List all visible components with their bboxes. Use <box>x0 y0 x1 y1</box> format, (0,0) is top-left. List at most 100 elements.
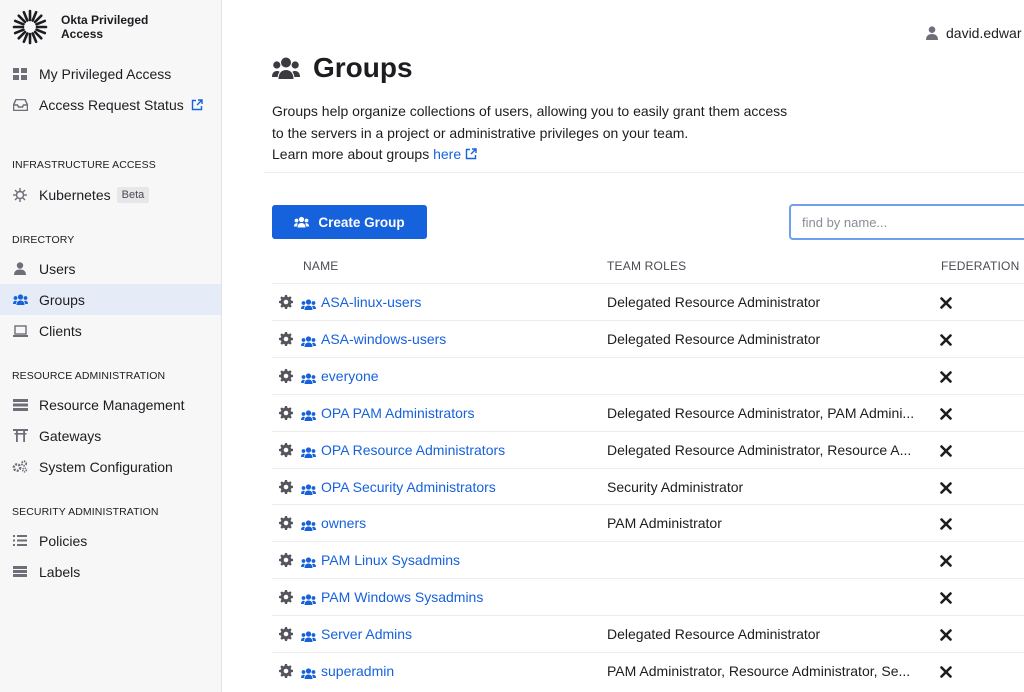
settings-gear-icon[interactable] <box>279 331 293 346</box>
federation-x-icon <box>940 628 952 641</box>
users-icon <box>294 216 310 228</box>
group-name-link[interactable]: owners <box>321 515 366 531</box>
group-icon <box>301 666 316 679</box>
federation-x-icon <box>940 296 952 309</box>
sidebar-item-label: Labels <box>39 563 81 580</box>
brand[interactable]: Okta Privileged Access <box>12 8 181 46</box>
settings-gear-icon[interactable] <box>279 516 293 531</box>
brand-name: Okta Privileged Access <box>61 13 181 41</box>
laptop-icon <box>12 323 28 339</box>
settings-gear-icon[interactable] <box>279 590 293 605</box>
helm-icon <box>12 187 28 203</box>
group-name-link[interactable]: ASA-linux-users <box>321 294 421 310</box>
sidebar-item-label: Users <box>39 260 76 277</box>
settings-gear-icon[interactable] <box>279 553 293 568</box>
external-link-icon <box>465 148 477 160</box>
group-icon <box>301 297 316 310</box>
group-icon <box>301 482 316 495</box>
table-row: Server Admins Delegated Resource Administ… <box>272 615 1024 652</box>
group-icon <box>301 518 316 532</box>
table-row: superadmin PAM Administrator, Resource Ad… <box>272 652 1024 689</box>
sidebar-item-access-request-status[interactable]: Access Request Status <box>0 89 221 120</box>
create-group-button[interactable]: Create Group <box>272 205 427 239</box>
sidebar-item-label: My Privileged Access <box>39 65 172 82</box>
page-description: Groups help organize collections of user… <box>272 101 792 166</box>
sidebar-item-resource-management[interactable]: Resource Management <box>0 389 221 420</box>
list-icon <box>12 533 28 549</box>
settings-gear-icon[interactable] <box>279 442 293 457</box>
group-team-roles: PAM Administrator, Resource Administrato… <box>607 663 911 679</box>
users-icon <box>12 292 28 308</box>
description-text: Groups help organize collections of user… <box>272 103 788 141</box>
group-icon <box>301 371 316 384</box>
okta-logo-icon <box>12 9 48 45</box>
group-icon <box>301 334 316 347</box>
username: david.edwar <box>946 25 1022 41</box>
federation-x-icon <box>940 407 952 420</box>
settings-gear-icon[interactable] <box>279 479 293 494</box>
federation-x-icon <box>940 591 952 604</box>
group-name-link[interactable]: PAM Windows Sysadmins <box>321 589 483 605</box>
user-menu[interactable]: david.edwar <box>926 25 1022 41</box>
page-title: Groups <box>272 52 413 84</box>
federation-x-icon <box>940 517 952 531</box>
settings-gear-icon[interactable] <box>279 664 293 678</box>
column-header-team-roles[interactable]: TEAM ROLES <box>607 259 686 273</box>
sidebar-item-label: Resource Management <box>39 396 185 413</box>
page-title-text: Groups <box>313 52 413 83</box>
group-icon <box>301 445 316 458</box>
sidebar-item-my-privileged-access[interactable]: My Privileged Access <box>0 58 221 89</box>
group-team-roles: Delegated Resource Administrator, Resour… <box>607 441 912 458</box>
group-team-roles: Delegated Resource Administrator <box>607 330 821 347</box>
section-heading-infrastructure: INFRASTRUCTURE ACCESS <box>12 159 156 171</box>
settings-gear-icon[interactable] <box>279 368 293 383</box>
sidebar-item-label: Access Request Status <box>39 96 184 113</box>
sidebar-item-gateways[interactable]: Gateways <box>0 420 221 451</box>
group-name-link[interactable]: OPA Resource Administrators <box>321 442 505 458</box>
group-name-link[interactable]: OPA Security Administrators <box>321 479 496 495</box>
group-name-link[interactable]: ASA-windows-users <box>321 331 446 347</box>
settings-gear-icon[interactable] <box>279 627 293 642</box>
user-icon <box>12 261 28 277</box>
sidebar-item-groups[interactable]: Groups <box>0 284 221 315</box>
sidebar-item-label: Policies <box>39 532 88 549</box>
table-row: OPA Security Administrators Security Admi… <box>272 467 1024 505</box>
settings-gear-icon[interactable] <box>279 295 293 309</box>
group-icon <box>301 408 316 421</box>
group-name-link[interactable]: OPA PAM Administrators <box>321 405 475 421</box>
divider <box>264 172 1024 173</box>
learn-more-link[interactable]: here <box>433 146 461 162</box>
group-name-link[interactable]: superadmin <box>321 663 394 679</box>
group-name-link[interactable]: PAM Linux Sysadmins <box>321 552 460 568</box>
group-name-link[interactable]: everyone <box>321 368 379 384</box>
sidebar-item-users[interactable]: Users <box>0 253 221 284</box>
sidebar-item-policies[interactable]: Policies <box>0 525 221 556</box>
cogs-icon <box>12 459 28 475</box>
grid-icon <box>12 66 28 82</box>
sidebar-item-label: Groups <box>39 291 85 308</box>
group-team-roles: PAM Administrator <box>607 515 722 532</box>
sidebar-item-labels[interactable]: Labels <box>0 556 221 587</box>
group-team-roles: Delegated Resource Administrator <box>607 294 821 310</box>
group-name-link[interactable]: Server Admins <box>321 626 412 642</box>
settings-gear-icon[interactable] <box>279 405 293 420</box>
sidebar-item-system-configuration[interactable]: System Configuration <box>0 451 221 482</box>
sidebar-item-label: Gateways <box>39 427 102 444</box>
beta-badge: Beta <box>116 186 150 203</box>
group-icon <box>301 629 316 643</box>
column-header-federation[interactable]: FEDERATION <box>941 259 1019 273</box>
column-header-name[interactable]: NAME <box>303 259 338 273</box>
table-row: OPA Resource Administrators Delegated Res… <box>272 430 1024 468</box>
federation-x-icon <box>940 444 952 457</box>
group-icon <box>301 592 316 606</box>
table-row: ASA-windows-users Delegated Resource Admi… <box>272 319 1024 357</box>
federation-x-icon <box>940 370 952 383</box>
sidebar-item-clients[interactable]: Clients <box>0 315 221 346</box>
table-row: OPA PAM Administrators Delegated Resource… <box>272 393 1024 431</box>
search-input[interactable] <box>789 204 1024 240</box>
user-icon <box>926 26 938 40</box>
sidebar: Okta Privileged Access My Privileged Acc… <box>0 0 222 692</box>
federation-x-icon <box>940 665 952 678</box>
table-row: everyone <box>272 356 1024 394</box>
sidebar-item-kubernetes[interactable]: Kubernetes Beta <box>0 179 221 210</box>
